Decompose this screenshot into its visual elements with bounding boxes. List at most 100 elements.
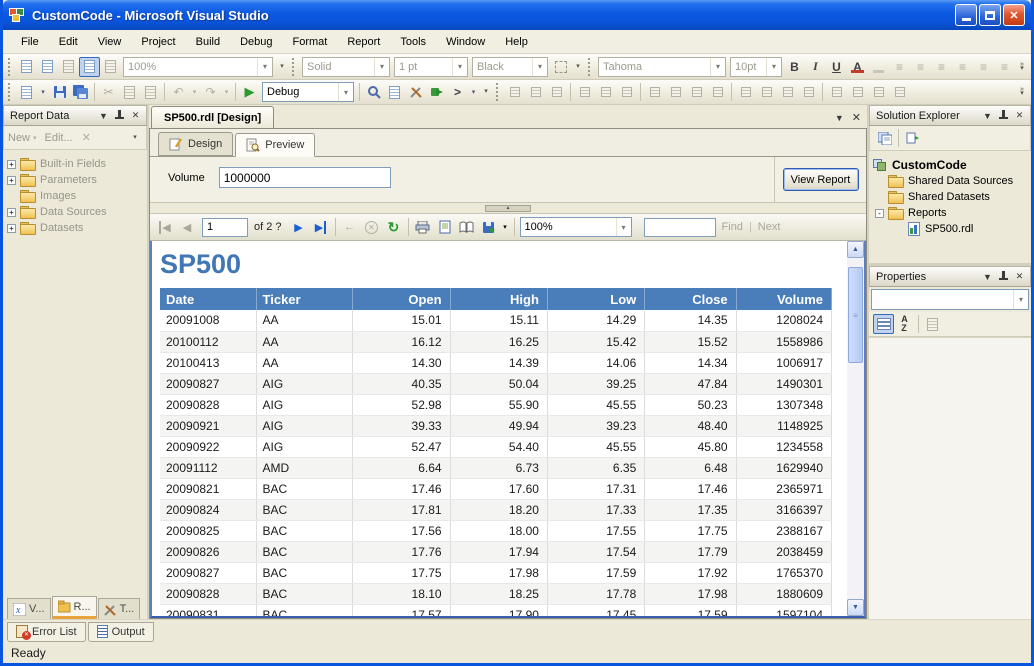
save-button[interactable] bbox=[49, 82, 70, 102]
refresh-button[interactable]: ↻ bbox=[383, 217, 405, 238]
tab-error-list[interactable]: Error List bbox=[7, 622, 86, 642]
toolbar-overflow-icon[interactable]: ▾ bbox=[276, 65, 288, 69]
toolbar-grip[interactable] bbox=[292, 58, 297, 76]
tree-item-data-sources[interactable]: +Data Sources bbox=[7, 204, 145, 220]
toolbar-grip[interactable] bbox=[496, 83, 501, 101]
find-text-input[interactable] bbox=[644, 218, 716, 237]
dock-tab-toolbox-tools[interactable]: T... bbox=[98, 598, 141, 619]
collapse-parameters-icon[interactable]: ▲ bbox=[485, 205, 531, 212]
last-page-button[interactable]: ▶ bbox=[310, 217, 332, 238]
tab-design[interactable]: Design bbox=[158, 132, 233, 156]
new-dropdown-icon[interactable]: ▾ bbox=[33, 134, 37, 142]
borders-icon[interactable] bbox=[550, 57, 571, 77]
redo-button[interactable]: ↷ bbox=[200, 82, 221, 102]
scrollbar-thumb[interactable]: ≡ bbox=[848, 267, 863, 363]
minimize-button[interactable] bbox=[955, 4, 977, 26]
toolbar-grip[interactable] bbox=[8, 83, 13, 101]
menu-file[interactable]: File bbox=[11, 31, 49, 53]
scroll-up-icon[interactable]: ▲ bbox=[847, 241, 864, 258]
toolbar-overflow-icon[interactable]: »▾ bbox=[1016, 88, 1028, 96]
find-next-button[interactable]: Next bbox=[758, 221, 781, 233]
size-to-grid-icon[interactable] bbox=[665, 82, 686, 102]
grouping-toggle-icon[interactable] bbox=[79, 57, 100, 77]
zoom-combo[interactable]: 100%▾ bbox=[123, 57, 273, 77]
menu-view[interactable]: View bbox=[88, 31, 132, 53]
highlight-button[interactable] bbox=[868, 57, 889, 77]
parameter-splitter[interactable]: ▲ bbox=[150, 203, 866, 214]
close-button[interactable]: ✕ bbox=[1003, 4, 1025, 26]
toolbox-icon[interactable] bbox=[405, 82, 426, 102]
first-page-button[interactable]: ◀ bbox=[154, 217, 176, 238]
tab-preview[interactable]: Preview bbox=[235, 133, 315, 157]
window-position-icon[interactable]: ▼ bbox=[980, 108, 995, 123]
report-body-icon[interactable] bbox=[37, 57, 58, 77]
border-width-combo[interactable]: 1 pt▾ bbox=[394, 57, 468, 77]
toolbar-grip[interactable] bbox=[8, 58, 13, 76]
close-panel-icon[interactable]: ✕ bbox=[1012, 108, 1027, 123]
window-position-icon[interactable]: ▼ bbox=[980, 269, 995, 284]
redo-dropdown-icon[interactable]: ▾ bbox=[221, 82, 232, 102]
menu-debug[interactable]: Debug bbox=[230, 31, 282, 53]
tree-item-built-in-fields[interactable]: +Built-in Fields bbox=[7, 156, 145, 172]
auto-hide-pin-icon[interactable] bbox=[996, 108, 1011, 123]
align-centers-icon[interactable] bbox=[525, 82, 546, 102]
make-same-size-icon[interactable] bbox=[686, 82, 707, 102]
undo-dropdown-icon[interactable]: ▾ bbox=[189, 82, 200, 102]
report-vertical-scrollbar[interactable]: ▲ ≡ ▼ bbox=[847, 241, 864, 616]
increase-vertical-spacing-icon[interactable] bbox=[847, 82, 868, 102]
tree-item-parameters[interactable]: +Parameters bbox=[7, 172, 145, 188]
new-project-button[interactable] bbox=[16, 82, 37, 102]
back-to-parent-button[interactable]: ← bbox=[339, 217, 361, 238]
maximize-button[interactable] bbox=[979, 4, 1001, 26]
expand-icon[interactable]: + bbox=[7, 176, 16, 185]
find-in-files-icon[interactable] bbox=[363, 82, 384, 102]
auto-hide-pin-icon[interactable] bbox=[996, 269, 1011, 284]
refresh-icon[interactable] bbox=[902, 128, 923, 148]
ruler-toggle-icon[interactable] bbox=[100, 57, 121, 77]
collapse-icon[interactable]: - bbox=[875, 209, 884, 218]
viewer-zoom-combo[interactable]: 100%▾ bbox=[520, 217, 632, 237]
tree-item-project-customcode[interactable]: CustomCode bbox=[873, 157, 1029, 173]
align-middles-icon[interactable] bbox=[595, 82, 616, 102]
menu-project[interactable]: Project bbox=[131, 31, 185, 53]
align-rights-icon[interactable] bbox=[546, 82, 567, 102]
indent-button[interactable]: ≡ bbox=[994, 57, 1015, 77]
view-report-button[interactable]: View Report bbox=[783, 168, 859, 191]
stop-rendering-button[interactable]: ✕ bbox=[361, 217, 383, 238]
toolbar-grip[interactable] bbox=[588, 58, 593, 76]
align-right-button[interactable]: ≡ bbox=[931, 57, 952, 77]
align-center-button[interactable]: ≡ bbox=[910, 57, 931, 77]
command-dropdown-icon[interactable]: ▾ bbox=[468, 82, 479, 102]
zoom-combo-arrow-icon[interactable]: ▾ bbox=[257, 58, 272, 76]
align-left-button[interactable]: ≡ bbox=[889, 57, 910, 77]
save-all-button[interactable] bbox=[70, 82, 91, 102]
font-color-button[interactable]: A bbox=[847, 57, 868, 77]
expand-icon[interactable]: + bbox=[7, 208, 16, 217]
edit-button[interactable]: Edit... bbox=[45, 132, 73, 144]
bold-button[interactable]: B bbox=[784, 57, 805, 77]
toolbar-overflow-icon[interactable]: »▾ bbox=[1016, 63, 1028, 71]
categorized-icon[interactable] bbox=[873, 314, 894, 334]
alphabetical-sort-icon[interactable]: AZ bbox=[894, 314, 915, 334]
expand-icon[interactable]: + bbox=[7, 160, 16, 169]
start-debugging-button[interactable]: ▶ bbox=[239, 82, 260, 102]
properties-object-combo[interactable]: ▾ bbox=[871, 289, 1029, 310]
make-vertical-spacing-equal-icon[interactable] bbox=[826, 82, 847, 102]
menu-window[interactable]: Window bbox=[436, 31, 495, 53]
toolbar-overflow-icon[interactable]: ▾ bbox=[129, 136, 141, 140]
remove-vertical-spacing-icon[interactable] bbox=[889, 82, 910, 102]
tree-item-sp500-rdl[interactable]: SP500.rdl bbox=[873, 221, 1029, 237]
make-same-width-icon[interactable] bbox=[644, 82, 665, 102]
toolbar-overflow-icon[interactable]: ▾ bbox=[480, 90, 492, 94]
close-panel-icon[interactable]: ✕ bbox=[128, 108, 143, 123]
delete-icon[interactable]: ✕ bbox=[82, 131, 91, 144]
export-dropdown-icon[interactable]: ▾ bbox=[500, 217, 511, 238]
paste-button[interactable] bbox=[140, 82, 161, 102]
properties-window-icon[interactable] bbox=[384, 82, 405, 102]
make-horizontal-spacing-equal-icon[interactable] bbox=[735, 82, 756, 102]
font-size-combo[interactable]: 10pt▾ bbox=[730, 57, 782, 77]
menu-help[interactable]: Help bbox=[495, 31, 538, 53]
remove-horizontal-spacing-icon[interactable] bbox=[798, 82, 819, 102]
bullet-list-button[interactable]: ≡ bbox=[973, 57, 994, 77]
menu-edit[interactable]: Edit bbox=[49, 31, 88, 53]
